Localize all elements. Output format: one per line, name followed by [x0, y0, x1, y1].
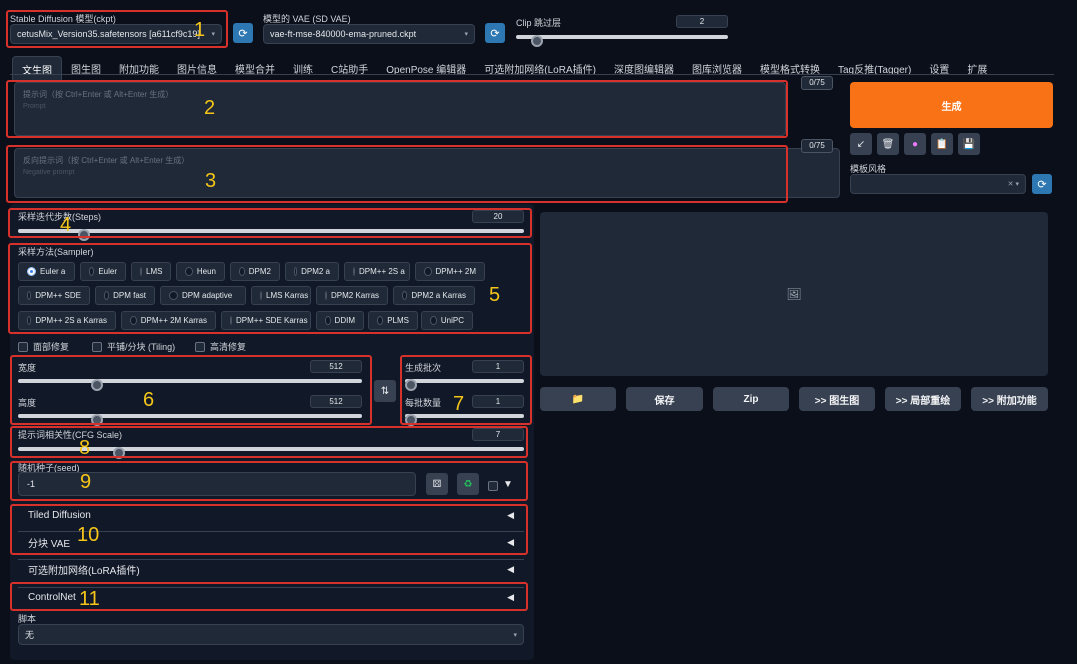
vae-refresh-button[interactable]: ⟳ [485, 23, 505, 43]
accordion-label: 可选附加网络(LoRA插件) [28, 566, 140, 577]
tab-divider [10, 74, 1054, 75]
swap-dimensions-button[interactable]: ⇅ [374, 380, 396, 402]
output-gallery[interactable]: 🖼 [540, 212, 1048, 376]
tab-6[interactable]: C站助手 [322, 56, 377, 82]
tab-3[interactable]: 图片信息 [168, 56, 226, 82]
send-to-img2img-button[interactable]: >> 图生图 [799, 387, 875, 411]
tab-0[interactable]: 文生图 [12, 56, 62, 82]
clear-caret-icon: ✕ ▾ [1007, 181, 1019, 188]
refresh-icon: ⟳ [1037, 178, 1047, 191]
save-style-button[interactable]: 💾 [958, 133, 980, 155]
clip-value[interactable]: 2 [676, 15, 728, 28]
annotation-number: 5 [489, 284, 501, 306]
annotation-box [8, 243, 532, 334]
tab-7[interactable]: OpenPose 编辑器 [377, 56, 475, 82]
tab-5[interactable]: 训练 [284, 56, 322, 82]
apply-style-button[interactable]: 📋 [931, 133, 953, 155]
clear-prompt-button[interactable]: 🗑 [877, 133, 899, 155]
script-select[interactable]: 无 ▾ [18, 624, 524, 645]
annotation-number: 6 [143, 389, 155, 411]
annotation-box [6, 145, 788, 203]
option-checkbox[interactable]: 高清修复 [195, 340, 246, 353]
chevron-down-icon: ▾ [464, 31, 468, 38]
save-icon: 💾 [962, 138, 976, 150]
tab-12[interactable]: Tag反推(Tagger) [829, 56, 920, 82]
model-refresh-button[interactable]: ⟳ [233, 23, 253, 43]
annotation-number: 2 [204, 97, 216, 119]
style-refresh-button[interactable]: ⟳ [1032, 174, 1052, 194]
checkbox-label: 高清修复 [210, 342, 247, 352]
slider-track [516, 35, 728, 39]
trash-icon: 🗑 [881, 138, 895, 150]
send-to-extras-button[interactable]: >> 附加功能 [971, 387, 1048, 411]
annotation-number: 11 [79, 588, 100, 610]
extra-networks-button[interactable]: ● [904, 133, 926, 155]
accordion-lora[interactable]: 可选附加网络(LoRA插件) ◀ [18, 559, 524, 579]
annotation-box [10, 355, 372, 425]
tab-2[interactable]: 附加功能 [110, 56, 168, 82]
send-to-inpaint-button[interactable]: >> 局部重绘 [885, 387, 961, 411]
negative-token-counter: 0/75 [801, 139, 833, 153]
tab-1[interactable]: 图生图 [62, 56, 110, 82]
tab-4[interactable]: 模型合并 [226, 56, 284, 82]
open-folder-button[interactable]: 📁 [540, 387, 616, 411]
tab-13[interactable]: 设置 [920, 56, 958, 82]
script-value: 无 [25, 630, 35, 640]
style-select[interactable]: ✕ ▾ [850, 174, 1026, 194]
read-params-button[interactable]: ↙ [850, 133, 872, 155]
image-icon: 🖼 [786, 287, 802, 301]
chevron-down-icon: ▾ [513, 631, 517, 639]
tab-14[interactable]: 扩展 [958, 56, 996, 82]
checkbox-box[interactable] [195, 341, 205, 352]
arrow-icon: ↙ [856, 138, 866, 150]
annotation-number: 4 [60, 214, 72, 236]
zip-button[interactable]: Zip [713, 387, 789, 411]
checkbox-label: 面部修复 [33, 342, 70, 352]
tab-9[interactable]: 深度图编辑器 [605, 56, 683, 82]
vae-value: vae-ft-mse-840000-ema-pruned.ckpt [270, 29, 417, 39]
annotation-number: 10 [77, 524, 100, 546]
checkbox-label: 平铺/分块 (Tiling) [107, 342, 176, 352]
swap-icon: ⇅ [380, 385, 390, 397]
vae-select[interactable]: vae-ft-mse-840000-ema-pruned.ckpt ▾ [263, 24, 475, 44]
clip-slider[interactable] [516, 35, 728, 47]
checkbox-box[interactable] [92, 341, 102, 352]
clip-label: Clip 跳过层 [516, 18, 562, 28]
annotation-number: 7 [453, 393, 465, 415]
annotation-number: 3 [205, 170, 217, 192]
prompt-token-counter: 0/75 [801, 76, 833, 90]
checkbox-box[interactable] [18, 341, 28, 352]
save-button[interactable]: 保存 [626, 387, 703, 411]
tab-10[interactable]: 图库浏览器 [683, 56, 751, 82]
tab-bar: 文生图 图生图 附加功能 图片信息 模型合并 训练 C站助手 OpenPose 编辑器 可选附加… [12, 56, 996, 82]
triangle-left-icon: ◀ [507, 564, 514, 574]
clipboard-icon: 📋 [935, 138, 949, 150]
annotation-number: 8 [79, 437, 91, 459]
folder-icon: 📁 [571, 393, 585, 405]
annotation-box [8, 208, 532, 238]
option-checkbox[interactable]: 平铺/分块 (Tiling) [92, 340, 175, 353]
refresh-icon: ⟳ [490, 27, 500, 40]
refresh-icon: ⟳ [238, 27, 248, 40]
palette-icon: ● [911, 138, 919, 150]
tab-8[interactable]: 可选附加网络(LoRA插件) [475, 56, 605, 82]
generate-button[interactable]: 生成 [850, 82, 1053, 128]
option-checkbox[interactable]: 面部修复 [18, 340, 69, 353]
annotation-box [400, 355, 532, 425]
annotation-box [6, 80, 788, 138]
annotation-number: 1 [194, 19, 206, 41]
annotation-number: 9 [80, 471, 92, 493]
slider-thumb[interactable] [531, 35, 544, 47]
